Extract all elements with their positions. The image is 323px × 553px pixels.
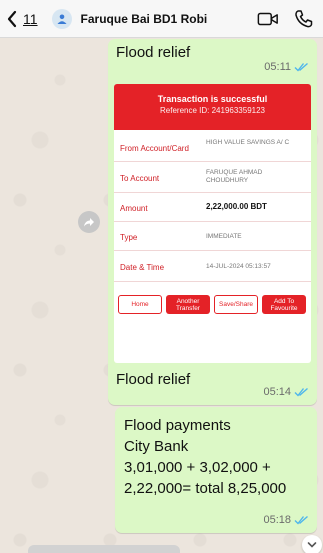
double-check-icon (294, 515, 309, 525)
message-caption: Flood relief (116, 44, 191, 61)
receipt-row-value: 14-JUL-2024 05:13:57 (206, 263, 271, 270)
receipt-row: From Account/Card HIGH VALUE SAVINGS A/ … (114, 134, 311, 162)
forward-icon (84, 218, 94, 227)
unread-count: 11 (23, 10, 38, 27)
message-caption: Flood relief (116, 371, 191, 388)
receipt-row-value: HIGH VALUE SAVINGS A/ C (206, 139, 290, 146)
save-share-button: Save/Share (214, 295, 258, 314)
message-time: 05:11 (264, 61, 291, 73)
contact-name[interactable]: Faruque Bai BD1 Robi (81, 12, 208, 26)
receipt-row-label: To Account (120, 174, 160, 183)
receipt-row-label: Date & Time (120, 263, 165, 272)
chevron-down-icon (307, 542, 317, 548)
home-button: Home (118, 295, 162, 314)
receipt-header: Transaction is successful Reference ID: … (114, 84, 311, 130)
avatar[interactable] (51, 8, 72, 29)
another-transfer-button: Another Transfer (166, 295, 210, 314)
receipt-row-value: 2,22,000.00 BDT (206, 202, 267, 211)
receipt-row: Date & Time 14-JUL-2024 05:13:57 (114, 252, 311, 282)
back-button[interactable]: 11 (6, 0, 38, 38)
double-check-icon (294, 62, 309, 72)
message-time: 05:18 (263, 514, 291, 526)
message-line: Flood payments (124, 417, 231, 434)
person-icon (57, 14, 67, 24)
receipt-row: To Account FARUQUE AHMAD CHOUDHURY (114, 163, 311, 193)
video-call-icon[interactable] (257, 9, 279, 29)
message-time: 05:14 (263, 386, 291, 398)
receipt-row: Type IMMEDIATE (114, 223, 311, 251)
message-line: City Bank (124, 438, 189, 455)
message-bubble[interactable]: Flood relief 05:14 (108, 365, 317, 405)
receipt-row-value: IMMEDIATE (206, 233, 242, 240)
transaction-receipt-image[interactable]: Transaction is successful Reference ID: … (114, 84, 311, 363)
receipt-row: Amount 2,22,000.00 BDT (114, 194, 311, 222)
phone-icon[interactable] (293, 9, 315, 29)
chat-header: 11 Faruque Bai BD1 Robi (0, 0, 323, 38)
message-bubble[interactable]: Flood payments City Bank 3,01,000 + 3,02… (115, 407, 317, 533)
double-check-icon (294, 387, 309, 397)
input-bar[interactable] (28, 545, 180, 553)
add-to-favourite-button: Add To Favourite (262, 295, 306, 314)
receipt-row-label: Type (120, 233, 138, 242)
scroll-down-button[interactable] (302, 535, 322, 553)
chevron-left-icon (7, 10, 17, 27)
receipt-row-label: Amount (120, 204, 148, 213)
message-line: 2,22,000= total 8,25,000 (124, 480, 287, 497)
message-line: 3,01,000 + 3,02,000 + (124, 459, 271, 476)
forward-button[interactable] (78, 211, 100, 233)
receipt-title: Transaction is successful (157, 94, 268, 104)
receipt-reference: Reference ID: 241963359123 (160, 106, 265, 115)
receipt-row-value: FARUQUE AHMAD CHOUDHURY (206, 169, 263, 184)
receipt-row-label: From Account/Card (120, 144, 189, 153)
